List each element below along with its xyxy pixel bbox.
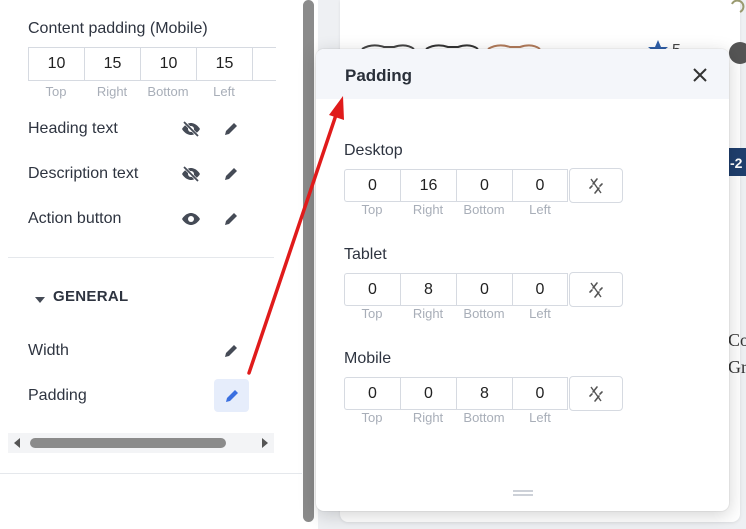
padding-popup: Padding Desktop 0 16 0 0 Top Right Botto…	[316, 49, 729, 511]
caption-left: Left	[529, 410, 551, 425]
caption-top: Top	[361, 202, 383, 217]
eye-off-icon[interactable]	[181, 119, 201, 139]
general-section-heading[interactable]: GENERAL	[53, 288, 128, 305]
width-label: Width	[28, 342, 69, 359]
mobile-captions: Top Right Bottom Left	[344, 410, 568, 425]
vertical-scrollbar-thumb[interactable]	[303, 0, 314, 522]
content-padding-top-input[interactable]: 10	[28, 47, 84, 81]
unlink-icon[interactable]	[569, 376, 623, 411]
content-padding-right-input[interactable]: 15	[84, 47, 140, 81]
mobile-label: Mobile	[344, 350, 392, 367]
edit-pencil-icon[interactable]	[221, 341, 241, 361]
caption-bottom: Bottom	[147, 84, 189, 99]
caption-right: Right	[412, 202, 444, 217]
mobile-bottom-input[interactable]: 8	[456, 377, 512, 410]
caption-bottom: Bottom	[463, 202, 505, 217]
desktop-bottom-input[interactable]: 0	[456, 169, 512, 202]
caption-right: Right	[96, 84, 128, 99]
desktop-right-input[interactable]: 16	[400, 169, 456, 202]
svg-text:Gr: Gr	[728, 357, 746, 377]
padding-label: Padding	[28, 387, 87, 404]
tablet-right-input[interactable]: 8	[400, 273, 456, 306]
scrollbar-thumb	[30, 438, 226, 448]
wishlist-icon	[731, 0, 745, 13]
padding-edit-button[interactable]	[214, 379, 249, 412]
caption-top: Top	[361, 306, 383, 321]
toggle-knob	[729, 42, 746, 64]
mobile-top-input[interactable]: 0	[344, 377, 400, 410]
caption-top: Top	[361, 410, 383, 425]
unlink-icon[interactable]	[569, 168, 623, 203]
scroll-right-icon	[262, 438, 268, 448]
caption-right: Right	[412, 410, 444, 425]
edit-pencil-icon	[225, 389, 238, 402]
mobile-left-input[interactable]: 0	[512, 377, 568, 410]
desktop-captions: Top Right Bottom Left	[344, 202, 568, 217]
tablet-left-input[interactable]: 0	[512, 273, 568, 306]
desktop-left-input[interactable]: 0	[512, 169, 568, 202]
content-padding-label: Content padding (Mobile)	[28, 20, 208, 37]
content-padding-link-button[interactable]	[252, 47, 276, 81]
popup-title: Padding	[345, 66, 413, 85]
tablet-label: Tablet	[344, 246, 387, 263]
mobile-padding-inputs: 0 0 8 0	[344, 376, 623, 411]
eye-off-icon[interactable]	[181, 164, 201, 184]
content-padding-left-input[interactable]: 15	[196, 47, 252, 81]
settings-panel: Content padding (Mobile) 10 15 10 15 Top…	[0, 0, 302, 529]
eye-icon[interactable]	[181, 209, 201, 229]
caption-left: Left	[213, 84, 235, 99]
tablet-top-input[interactable]: 0	[344, 273, 400, 306]
tablet-padding-inputs: 0 8 0 0	[344, 272, 623, 307]
drag-handle[interactable]	[513, 490, 533, 496]
svg-text:-2: -2	[730, 155, 743, 171]
caption-left: Left	[529, 306, 551, 321]
caption-left: Left	[529, 202, 551, 217]
mobile-right-input[interactable]: 0	[400, 377, 456, 410]
desktop-padding-inputs: 0 16 0 0	[344, 168, 623, 203]
content-padding-bottom-input[interactable]: 10	[140, 47, 196, 81]
horizontal-scrollbar[interactable]	[8, 433, 274, 453]
heading-text-label: Heading text	[28, 120, 118, 137]
collapse-caret-icon[interactable]	[35, 292, 45, 310]
tablet-captions: Top Right Bottom Left	[344, 306, 568, 321]
caption-right: Right	[412, 306, 444, 321]
tablet-bottom-input[interactable]: 0	[456, 273, 512, 306]
content-padding-inputs: 10 15 10 15	[28, 47, 276, 81]
content-padding-captions: Top Right Bottom Left	[28, 84, 252, 99]
close-icon[interactable]	[689, 64, 711, 86]
caption-bottom: Bottom	[463, 306, 505, 321]
edit-pencil-icon[interactable]	[221, 164, 241, 184]
description-text-label: Description text	[28, 165, 139, 182]
panel-bottom-divider	[0, 473, 302, 474]
desktop-top-input[interactable]: 0	[344, 169, 400, 202]
scroll-left-icon	[14, 438, 20, 448]
edit-pencil-icon[interactable]	[221, 119, 241, 139]
edit-pencil-icon[interactable]	[221, 209, 241, 229]
caption-bottom: Bottom	[463, 410, 505, 425]
svg-text:Co: Co	[728, 330, 746, 350]
unlink-icon[interactable]	[569, 272, 623, 307]
action-button-label: Action button	[28, 210, 122, 227]
caption-top: Top	[45, 84, 67, 99]
section-divider	[8, 257, 274, 258]
desktop-label: Desktop	[344, 142, 403, 159]
